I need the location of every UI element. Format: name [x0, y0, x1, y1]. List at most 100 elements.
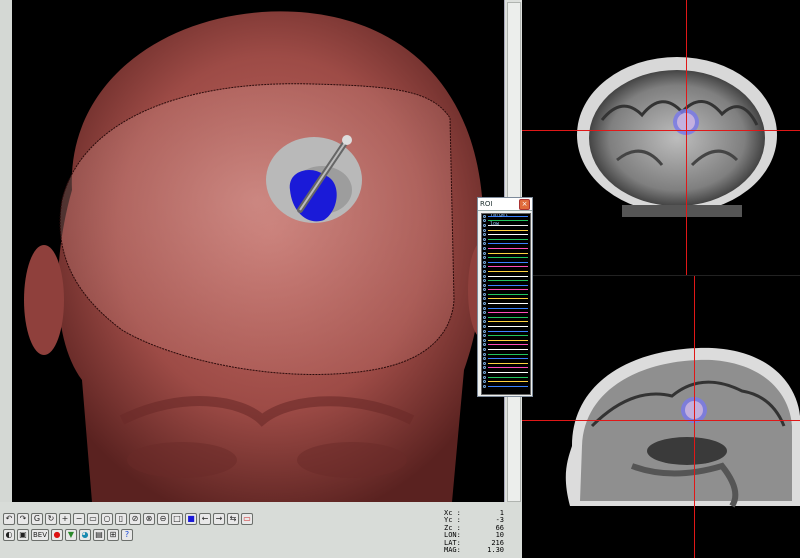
roi-list[interactable]: Target low — [481, 213, 531, 395]
roi-radio-icon[interactable] — [483, 361, 486, 365]
roi-radio-icon[interactable] — [483, 302, 486, 306]
fit-icon[interactable]: ▭ — [87, 513, 99, 525]
roi-radio-icon[interactable] — [483, 338, 486, 342]
roi-radio-icon[interactable] — [483, 269, 486, 273]
roi-radio-icon[interactable] — [483, 306, 486, 310]
roi-radio-icon[interactable] — [483, 223, 486, 227]
roi-radio-icon[interactable] — [483, 279, 486, 283]
roi-radio-icon[interactable] — [483, 320, 486, 324]
bev-button[interactable]: BEV — [31, 529, 49, 541]
roi-radio-icon[interactable] — [483, 384, 486, 388]
circle-tool-icon[interactable]: ○ — [101, 513, 113, 525]
roi-radio-icon[interactable] — [483, 348, 486, 352]
coronal-view[interactable] — [522, 0, 800, 276]
roi-color-swatch — [488, 316, 528, 318]
swap-icon[interactable]: ⇆ — [227, 513, 239, 525]
roi-color-swatch — [488, 243, 528, 245]
zoom-out-icon[interactable]: − — [73, 513, 85, 525]
roi-title-bar[interactable]: ROI × — [478, 198, 532, 211]
roi-color-swatch — [488, 252, 528, 254]
roi-color-swatch — [488, 257, 528, 259]
roi-color-swatch — [488, 298, 528, 300]
zoom-in-icon[interactable]: + — [59, 513, 71, 525]
roi-radio-icon[interactable] — [483, 214, 486, 218]
redo-icon[interactable]: ↷ — [17, 513, 29, 525]
roi-color-swatch — [488, 275, 528, 277]
roi-color-swatch — [488, 247, 528, 249]
roi-radio-icon[interactable] — [483, 265, 486, 269]
help-icon[interactable]: ? — [121, 529, 133, 541]
roi-radio-icon[interactable] — [483, 260, 486, 264]
roi-radio-icon[interactable] — [483, 283, 486, 287]
roi-item-label: Target — [490, 213, 509, 218]
roi-color-swatch — [488, 266, 528, 268]
roi-color-swatch — [488, 339, 528, 341]
minus-circle-icon[interactable]: ⊖ — [157, 513, 169, 525]
roi-color-swatch — [488, 270, 528, 272]
sagittal-slice-image — [565, 347, 800, 508]
roi-radio-icon[interactable] — [483, 237, 486, 241]
sagittal-view[interactable] — [522, 276, 800, 558]
clip-icon[interactable]: ⊘ — [129, 513, 141, 525]
roi-radio-icon[interactable] — [483, 329, 486, 333]
filter-icon[interactable]: ▼ — [65, 529, 77, 541]
close-icon[interactable]: × — [519, 198, 530, 210]
crosshair-horizontal[interactable] — [522, 420, 800, 421]
roi-color-swatch — [488, 229, 528, 231]
toolbar-row-2: ◐ ▣ BEV ● ▼ ◕ ▤ ⊞ ? — [3, 529, 133, 541]
roi-radio-icon[interactable] — [483, 246, 486, 250]
roi-color-swatch — [488, 303, 528, 305]
crosshair-icon[interactable]: ⊞ — [107, 529, 119, 541]
roi-item-label: low — [490, 221, 500, 228]
roi-radio-icon[interactable] — [483, 256, 486, 260]
roi-radio-icon[interactable] — [483, 219, 486, 223]
roi-radio-icon[interactable] — [483, 251, 486, 255]
roi-radio-icon[interactable] — [483, 242, 486, 246]
roi-color-swatch — [488, 234, 528, 236]
layers-icon[interactable]: ▤ — [93, 529, 105, 541]
arrow-right-icon[interactable]: → — [213, 513, 225, 525]
record-icon[interactable]: ● — [51, 529, 63, 541]
roi-radio-icon[interactable] — [483, 274, 486, 278]
head-volume-render — [24, 11, 496, 502]
contrast-icon[interactable]: ◐ — [3, 529, 15, 541]
filled-square-icon[interactable]: ■ — [185, 513, 197, 525]
roi-radio-icon[interactable] — [483, 370, 486, 374]
roi-radio-icon[interactable] — [483, 375, 486, 379]
roi-color-swatch — [488, 349, 528, 351]
cancel-icon[interactable]: ⊗ — [143, 513, 155, 525]
slab-icon[interactable]: ▯ — [115, 513, 127, 525]
frame-icon[interactable]: □ — [171, 513, 183, 525]
roi-radio-icon[interactable] — [483, 315, 486, 319]
roi-radio-icon[interactable] — [483, 311, 486, 315]
undo-icon[interactable]: ↶ — [3, 513, 15, 525]
roi-item[interactable] — [482, 384, 530, 389]
globe-icon[interactable]: ◕ — [79, 529, 91, 541]
3d-viewport[interactable] — [12, 0, 504, 502]
roi-radio-icon[interactable] — [483, 352, 486, 356]
roi-radio-icon[interactable] — [483, 233, 486, 237]
roi-color-swatch — [488, 362, 528, 364]
screen-icon[interactable]: ▭ — [241, 513, 253, 525]
roi-radio-icon[interactable] — [483, 297, 486, 301]
crosshair-vertical[interactable] — [694, 276, 695, 558]
crosshair-vertical[interactable] — [686, 0, 687, 275]
roi-radio-icon[interactable] — [483, 357, 486, 361]
arrow-left-icon[interactable]: ← — [199, 513, 211, 525]
roi-color-swatch — [488, 381, 528, 383]
roi-radio-icon[interactable] — [483, 334, 486, 338]
roi-color-swatch — [488, 312, 528, 314]
g-tool-icon[interactable]: G — [31, 513, 43, 525]
roi-radio-icon[interactable] — [483, 325, 486, 329]
roi-title: ROI — [480, 200, 493, 208]
roi-radio-icon[interactable] — [483, 366, 486, 370]
roi-radio-icon[interactable] — [483, 380, 486, 384]
crosshair-horizontal[interactable] — [522, 130, 800, 131]
rotate-icon[interactable]: ↻ — [45, 513, 57, 525]
roi-radio-icon[interactable] — [483, 343, 486, 347]
roi-color-swatch — [488, 289, 528, 291]
roi-radio-icon[interactable] — [483, 292, 486, 296]
roi-radio-icon[interactable] — [483, 228, 486, 232]
grid-icon[interactable]: ▣ — [17, 529, 29, 541]
roi-radio-icon[interactable] — [483, 288, 486, 292]
